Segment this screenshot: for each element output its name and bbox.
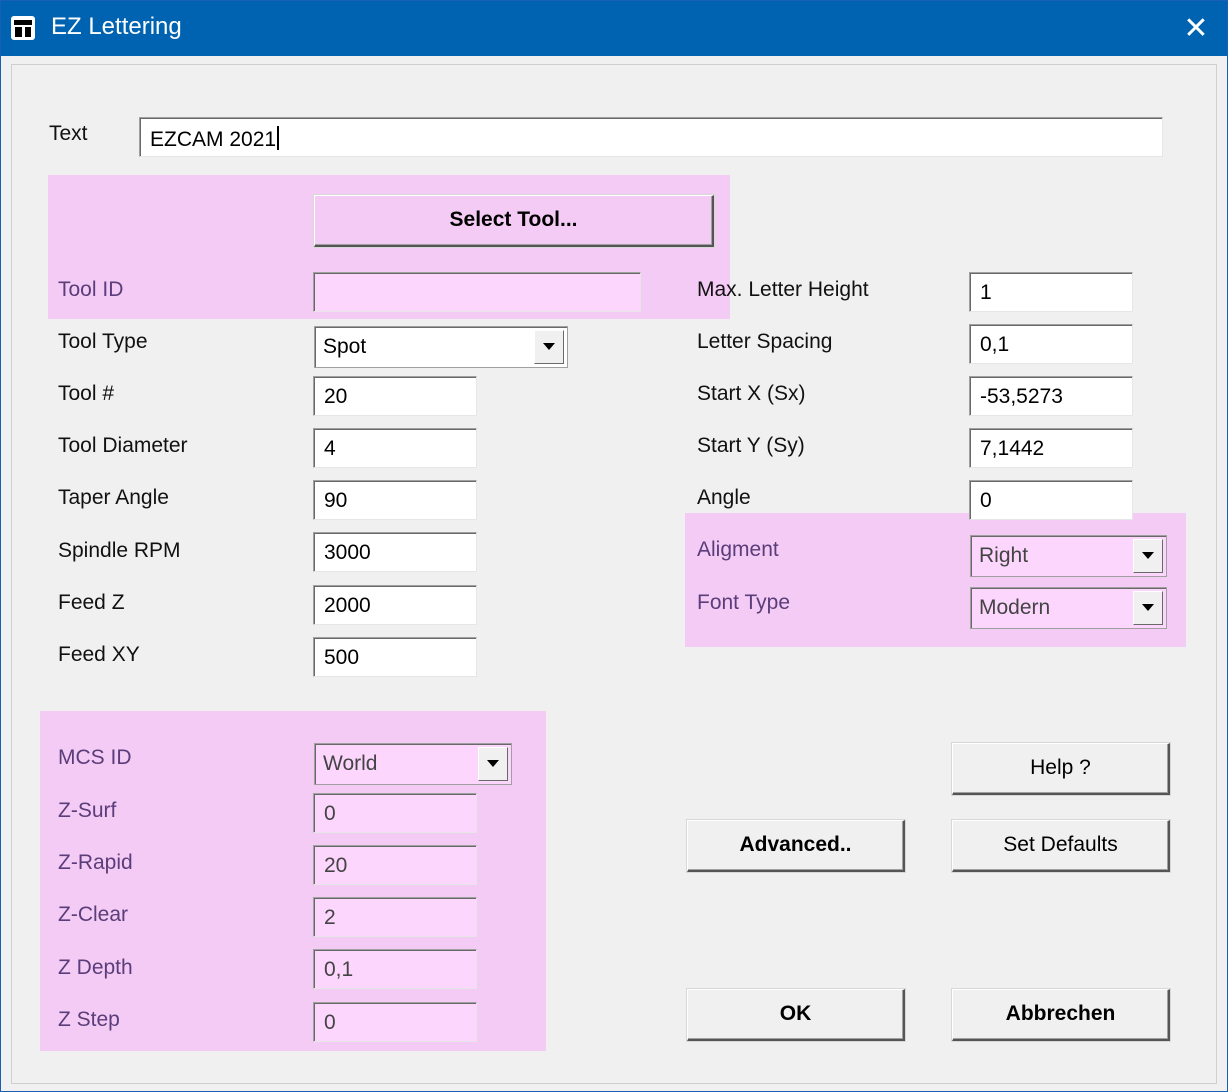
tool-type-value: Spot — [323, 335, 367, 358]
angle-input[interactable]: 0 — [969, 480, 1133, 520]
text-input[interactable]: EZCAM 2021 — [139, 117, 1163, 157]
z-surf-input[interactable]: 0 — [313, 793, 477, 833]
max-letter-height-label: Max. Letter Height — [697, 278, 869, 301]
mcs-id-label: MCS ID — [58, 746, 132, 769]
set-defaults-button[interactable]: Set Defaults — [952, 820, 1170, 872]
feed-z-input[interactable]: 2000 — [313, 585, 477, 625]
alignment-select[interactable]: Right — [970, 535, 1167, 577]
select-tool-button[interactable]: Select Tool... — [314, 195, 714, 247]
taper-angle-input[interactable]: 90 — [313, 480, 477, 520]
font-type-select[interactable]: Modern — [970, 587, 1167, 629]
title-bar[interactable]: EZ Lettering ✕ — [1, 1, 1227, 56]
text-input-value: EZCAM 2021 — [150, 128, 277, 151]
tool-number-input[interactable]: 20 — [313, 376, 477, 416]
tool-diameter-input[interactable]: 4 — [313, 428, 477, 468]
start-y-input[interactable]: 7,1442 — [969, 428, 1133, 468]
z-rapid-label: Z-Rapid — [58, 851, 133, 874]
letter-spacing-input[interactable]: 0,1 — [969, 324, 1133, 364]
close-icon[interactable]: ✕ — [1165, 1, 1227, 56]
z-step-input[interactable]: 0 — [313, 1002, 477, 1042]
z-depth-input[interactable]: 0,1 — [313, 949, 477, 989]
window-title: EZ Lettering — [51, 13, 182, 40]
advanced-button[interactable]: Advanced.. — [687, 820, 905, 872]
letter-spacing-label: Letter Spacing — [697, 330, 833, 353]
chevron-down-icon[interactable] — [1133, 591, 1163, 625]
alignment-label: Aligment — [697, 538, 779, 561]
alignment-value: Right — [979, 544, 1029, 567]
z-depth-label: Z Depth — [58, 956, 133, 979]
tool-id-input[interactable] — [313, 272, 641, 312]
app-icon — [11, 16, 35, 40]
angle-label: Angle — [697, 486, 751, 509]
help-button[interactable]: Help ? — [952, 743, 1170, 795]
tool-id-label: Tool ID — [58, 278, 124, 301]
chevron-down-icon[interactable] — [478, 747, 508, 781]
font-type-value: Modern — [979, 596, 1051, 619]
tool-number-label: Tool # — [58, 382, 115, 405]
z-rapid-input[interactable]: 20 — [313, 845, 477, 885]
tool-type-select[interactable]: Spot — [314, 326, 568, 368]
z-clear-input[interactable]: 2 — [313, 897, 477, 937]
ok-button[interactable]: OK — [687, 989, 905, 1041]
start-x-input[interactable]: -53,5273 — [969, 376, 1133, 416]
text-caret — [277, 126, 280, 150]
z-step-label: Z Step — [58, 1008, 120, 1031]
font-type-label: Font Type — [697, 591, 791, 614]
tool-diameter-label: Tool Diameter — [58, 434, 188, 457]
mcs-id-select[interactable]: World — [314, 743, 512, 785]
z-surf-label: Z-Surf — [58, 799, 117, 822]
feed-z-label: Feed Z — [58, 591, 125, 614]
max-letter-height-input[interactable]: 1 — [969, 272, 1133, 312]
spindle-rpm-input[interactable]: 3000 — [313, 532, 477, 572]
z-clear-label: Z-Clear — [58, 903, 129, 926]
start-x-label: Start X (Sx) — [697, 382, 806, 405]
tool-type-label: Tool Type — [58, 330, 148, 353]
chevron-down-icon[interactable] — [534, 330, 564, 364]
mcs-id-value: World — [323, 752, 378, 775]
feed-xy-input[interactable]: 500 — [313, 637, 477, 677]
taper-angle-label: Taper Angle — [58, 486, 169, 509]
start-y-label: Start Y (Sy) — [697, 434, 805, 457]
feed-xy-label: Feed XY — [58, 643, 140, 666]
spindle-rpm-label: Spindle RPM — [58, 539, 181, 562]
cancel-button[interactable]: Abbrechen — [952, 989, 1170, 1041]
chevron-down-icon[interactable] — [1133, 539, 1163, 573]
text-label: Text — [49, 122, 88, 145]
dialog-window: EZ Lettering ✕ Text EZCAM 2021 Select To… — [0, 0, 1228, 1092]
